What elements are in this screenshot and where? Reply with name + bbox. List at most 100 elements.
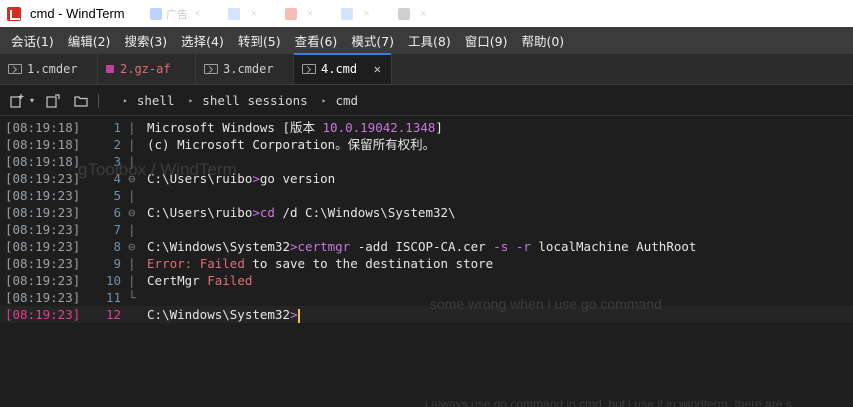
session-tab[interactable]: 4.cmd ✕ xyxy=(294,53,392,84)
ghost-tab-label: 广告 xyxy=(166,9,188,21)
session-tab[interactable]: 1.cmder xyxy=(0,53,98,84)
close-icon: × xyxy=(306,8,314,20)
close-icon: × xyxy=(363,8,370,20)
terminal-icon xyxy=(8,63,22,74)
line-number: 11 xyxy=(105,290,121,305)
ghost-browser-tab: × xyxy=(397,6,426,22)
fold-guide: | xyxy=(128,273,136,288)
line-timestamp: [08:19:23] xyxy=(5,290,81,305)
dropdown-arrow-icon[interactable]: ▾ xyxy=(28,90,36,112)
terminal-line: [08:19:23] 11 └ xyxy=(0,289,853,306)
menu-item[interactable]: 模式(7) xyxy=(344,31,401,50)
breadcrumb-item[interactable]: shell sessions xyxy=(202,93,307,108)
line-timestamp: [08:19:18] xyxy=(5,120,81,135)
ghost-browser-tab: × xyxy=(284,6,314,22)
fold-guide: └ xyxy=(128,290,136,305)
menu-item[interactable]: 编辑(2) xyxy=(61,31,118,50)
fold-guide: | xyxy=(128,120,136,135)
terminal-line: [08:19:18] 2 | (c) Microsoft Corporation。保留… xyxy=(0,136,853,153)
line-timestamp: [08:19:18] xyxy=(5,154,81,169)
favicon-icon xyxy=(341,8,354,20)
text-segment: Failed xyxy=(207,273,253,288)
background-watermark-text: i always use go command in cmd, but i us… xyxy=(425,397,792,407)
line-number: 6 xyxy=(113,205,121,220)
line-timestamp: [08:19:23] xyxy=(5,307,81,322)
line-timestamp: [08:19:23] xyxy=(5,171,81,186)
terminal-line: [08:19:23] 12 C:\Windows\System32> xyxy=(0,306,853,323)
breadcrumb-item[interactable]: cmd xyxy=(335,93,358,108)
text-segment: localMachine AuthRoot xyxy=(530,239,697,254)
terminal-line: [08:19:23] 7 | xyxy=(0,221,853,238)
session-tab-label: 1.cmder xyxy=(27,61,78,76)
session-tab[interactable]: 3.cmder xyxy=(196,53,294,84)
text-segment: ] xyxy=(435,120,443,135)
line-timestamp: [08:19:23] xyxy=(5,256,81,271)
line-content: Microsoft Windows [版本 10.0.19042.1348] xyxy=(147,119,443,136)
ghost-browser-tab: × xyxy=(341,6,370,22)
ghost-browser-tab: 广告 × xyxy=(150,6,200,22)
favicon-icon xyxy=(150,8,162,20)
new-tab-icon[interactable] xyxy=(42,90,64,112)
window-title: cmd - WindTerm xyxy=(30,6,125,21)
toolbar-divider xyxy=(98,93,99,108)
menu-bar: 会话(1) 编辑(2) 搜索(3) 选择(4) 转到(5) 查看(6) 模式(7) 工具(8)… xyxy=(0,27,853,54)
text-segment: -s xyxy=(493,239,509,254)
background-watermark-text: some wrong when i use go command xyxy=(430,296,662,312)
menu-item[interactable]: 查看(6) xyxy=(288,31,345,50)
session-color-icon xyxy=(106,64,114,73)
line-number: 7 xyxy=(113,222,121,237)
text-segment: Failed xyxy=(199,256,245,271)
ghost-browser-tab: × xyxy=(228,6,257,22)
session-tab[interactable]: 2.gz-af xyxy=(98,53,196,84)
line-timestamp: [08:19:23] xyxy=(5,188,81,203)
line-timestamp: [08:19:23] xyxy=(5,205,81,220)
fold-guide: | xyxy=(128,256,136,271)
fold-guide: | xyxy=(128,222,136,237)
line-content: C:\Users\ruibo>cd /d C:\Windows\System32… xyxy=(147,204,456,221)
text-segment: >certmgr xyxy=(290,239,351,254)
fold-toggle-icon[interactable]: ⊖ xyxy=(128,204,136,221)
menu-item[interactable]: 会话(1) xyxy=(4,31,61,50)
favicon-icon xyxy=(228,8,241,20)
text-segment xyxy=(508,239,516,254)
menu-item[interactable]: 选择(4) xyxy=(174,31,231,50)
menu-item[interactable]: 搜索(3) xyxy=(117,31,174,50)
line-timestamp: [08:19:23] xyxy=(5,273,81,288)
text-segment: go version xyxy=(259,171,336,186)
close-tab-icon[interactable]: ✕ xyxy=(374,62,381,76)
background-watermark-text: gToolbox / WindTerm xyxy=(78,160,237,179)
text-segment: -add ISCOP-CA.cer xyxy=(350,239,494,254)
terminal-line: [08:19:23] 9 | Error: Failed to save to the… xyxy=(0,255,853,272)
menu-item[interactable]: 工具(8) xyxy=(401,31,458,50)
breadcrumb-item[interactable]: shell xyxy=(137,93,175,108)
terminal-line: [08:19:18] 1 | Microsoft Windows [版本 10.0.1… xyxy=(0,119,853,136)
terminal-icon xyxy=(204,63,218,74)
menu-item[interactable]: 窗口(9) xyxy=(458,31,515,50)
chevron-right-icon: ▸ xyxy=(321,96,327,105)
text-segment: Error: xyxy=(147,256,200,271)
line-number: 12 xyxy=(105,307,121,322)
line-number: 9 xyxy=(113,256,121,271)
line-timestamp: [08:19:23] xyxy=(5,222,81,237)
session-tab-bar: 1.cmder 2.gz-af 3.cmder 4.cmd ✕ xyxy=(0,53,853,85)
terminal-line: [08:19:23] 8 ⊖ C:\Windows\System32>certmgr … xyxy=(0,238,853,255)
session-tab-label: 4.cmd xyxy=(321,61,358,76)
open-folder-icon[interactable] xyxy=(70,90,92,112)
windterm-logo-icon xyxy=(6,6,22,22)
fold-toggle-icon[interactable]: ⊖ xyxy=(128,238,136,255)
favicon-icon xyxy=(284,8,297,20)
text-segment: Microsoft Windows [版本 xyxy=(147,120,323,135)
line-content: Error: Failed to save to the destination… xyxy=(147,255,493,272)
fold-guide: | xyxy=(128,137,136,152)
line-number: 1 xyxy=(113,120,121,135)
menu-item[interactable]: 帮助(0) xyxy=(514,31,571,50)
line-timestamp: [08:19:23] xyxy=(5,239,81,254)
terminal-icon xyxy=(302,63,316,74)
text-segment: > xyxy=(252,171,260,186)
text-segment: C:\Windows\System32 xyxy=(147,239,290,254)
background-browser-tabs: 广告 × × × × × xyxy=(150,6,448,22)
close-icon: × xyxy=(194,8,201,20)
new-session-icon[interactable] xyxy=(6,90,28,112)
line-number: 5 xyxy=(113,188,121,203)
menu-item[interactable]: 转到(5) xyxy=(231,31,288,50)
